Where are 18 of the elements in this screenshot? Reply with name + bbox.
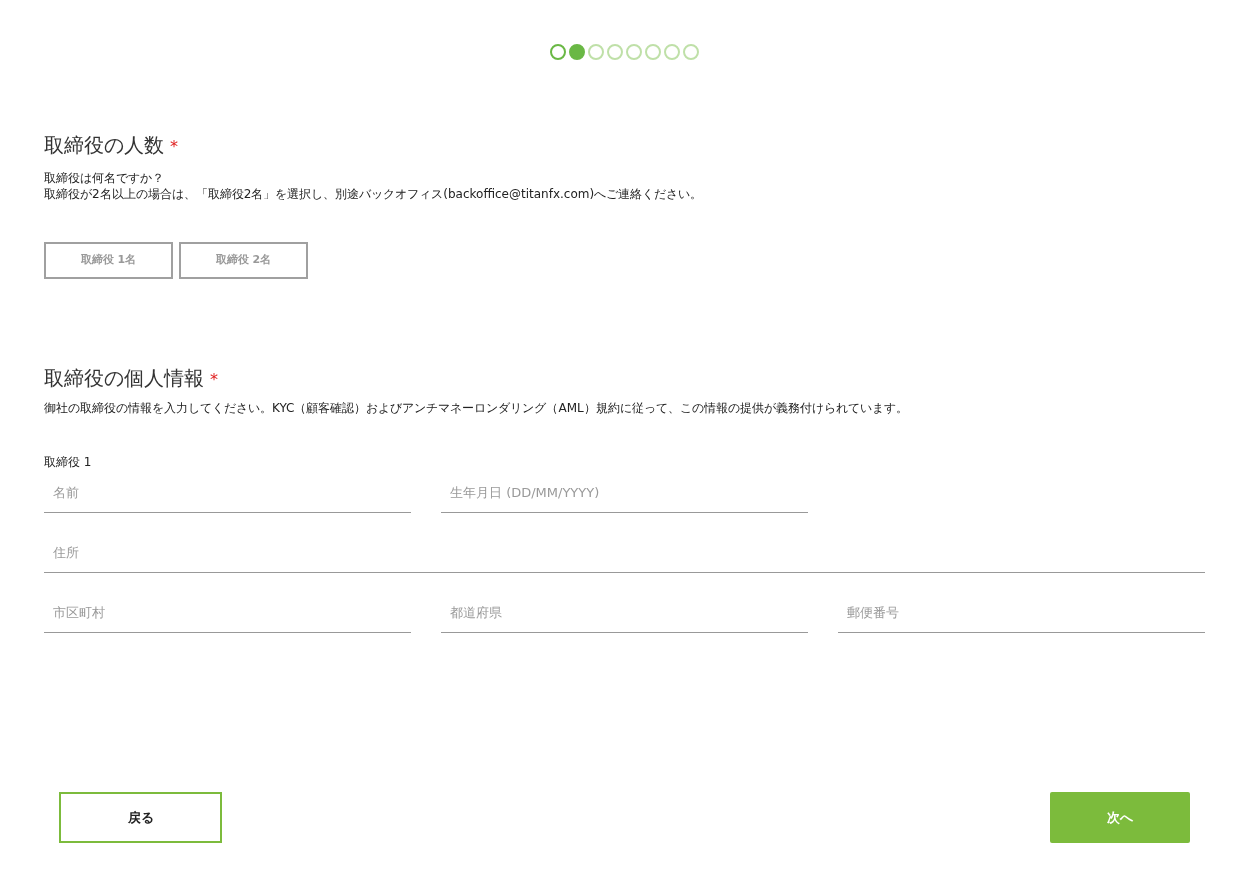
- input-field[interactable]: 生年月日 (DD/MM/YYYY): [441, 473, 808, 513]
- description-text: 御社の取締役の情報を入力してください。KYC（顧客確認）およびアンチマネーロンダリング（AML）規約に従って、この情報の提供が義務付けられています。: [44, 400, 909, 417]
- input-field[interactable]: 住所: [44, 533, 1205, 573]
- subsection-label: 取締役 1: [44, 454, 93, 471]
- back-button[interactable]: 戻る: [59, 792, 222, 843]
- option-button[interactable]: 取締役 1名: [44, 242, 173, 279]
- input-field[interactable]: 名前: [44, 473, 411, 513]
- next-button[interactable]: 次へ: [1050, 792, 1190, 843]
- input-field[interactable]: 都道府県: [441, 593, 808, 633]
- required-mark: *: [170, 136, 178, 158]
- input-field[interactable]: 市区町村: [44, 593, 411, 633]
- option-button[interactable]: 取締役 2名: [179, 242, 308, 279]
- input-field[interactable]: 郵便番号: [838, 593, 1205, 633]
- description-text: 取締役は何名ですか？: [44, 170, 165, 186]
- section-heading: 取締役の人数: [44, 132, 164, 159]
- required-mark: *: [210, 369, 218, 391]
- description-text: 取締役が2名以上の場合は、「取締役2名」を選択し、別途バックオフィス(backoffice@titanfx.com)へご連絡ください。: [44, 186, 704, 202]
- section-heading: 取締役の個人情報: [44, 365, 204, 392]
